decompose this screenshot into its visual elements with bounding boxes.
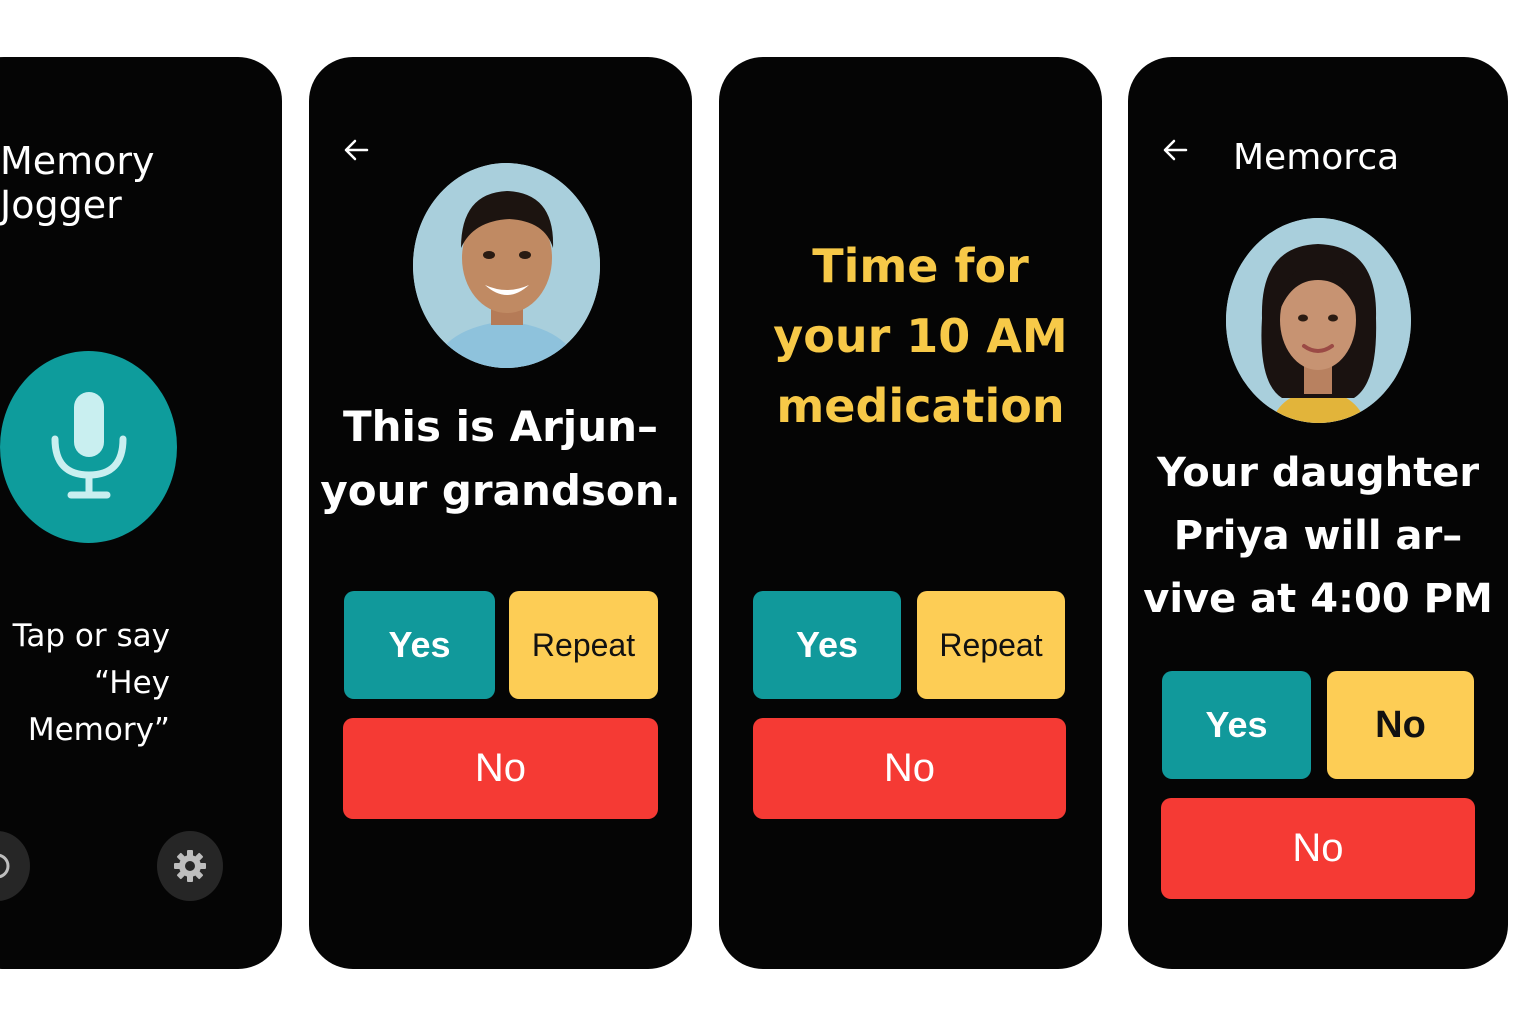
back-button[interactable]	[336, 130, 376, 170]
visitor-reminder-screen: Memorca Your daughter Priya will ar– viv…	[1128, 57, 1508, 969]
back-arrow-icon	[1163, 139, 1188, 161]
repeat-button[interactable]: Repeat	[917, 591, 1065, 699]
no-button[interactable]: No	[343, 718, 658, 819]
yes-button[interactable]: Yes	[753, 591, 901, 699]
microphone-button[interactable]	[0, 351, 177, 543]
home-screen: Memory Jogger Tap or say “Hey Memory”	[0, 57, 282, 969]
repeat-button[interactable]: Repeat	[509, 591, 658, 699]
back-button[interactable]	[1155, 130, 1195, 170]
medication-reminder-screen: Time for your 10 AM medication Yes Repea…	[719, 57, 1102, 969]
header-title: Memorca	[1233, 137, 1400, 178]
no-button[interactable]: No	[1161, 798, 1475, 899]
priya-photo	[1226, 218, 1411, 423]
no-secondary-button[interactable]: No	[1327, 671, 1474, 779]
app-title: Memory Jogger	[0, 139, 155, 227]
no-button[interactable]: No	[753, 718, 1066, 819]
visitor-message: Your daughter Priya will ar– vive at 4:0…	[1143, 450, 1493, 622]
person-message: This is Arjun– your grandson.	[320, 402, 681, 515]
help-button[interactable]	[0, 831, 30, 901]
person-recognition-screen: This is Arjun– your grandson. Yes Repeat…	[309, 57, 692, 969]
reminder-message: Time for your 10 AM medication	[773, 239, 1068, 433]
settings-button[interactable]	[157, 831, 223, 901]
yes-button[interactable]: Yes	[1162, 671, 1311, 779]
microphone-icon	[51, 392, 126, 499]
back-arrow-icon	[344, 139, 369, 161]
yes-button[interactable]: Yes	[344, 591, 495, 699]
voice-hint: Tap or say “Hey Memory”	[12, 618, 170, 748]
arjun-photo	[413, 163, 600, 368]
gear-icon	[174, 850, 206, 882]
help-icon	[0, 853, 10, 879]
